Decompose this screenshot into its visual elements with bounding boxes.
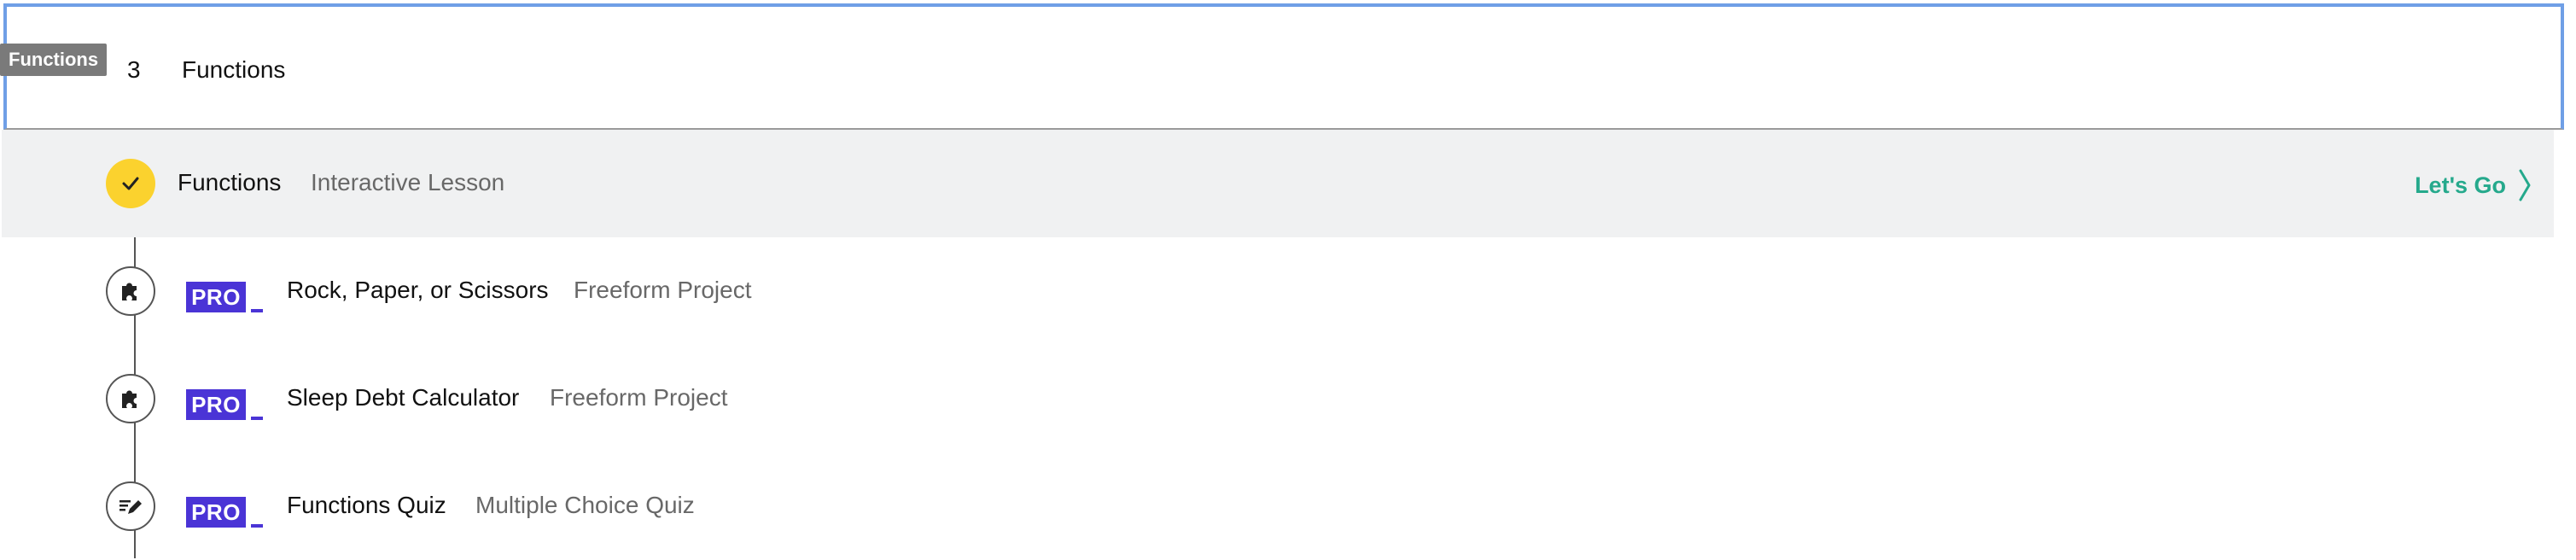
pro-badge-underline [251, 524, 263, 528]
course-section: 3 Functions Functions Functions Interact… [0, 0, 2576, 558]
item-title: Functions [178, 169, 282, 195]
section-title: Functions [182, 56, 286, 83]
completed-check-icon [106, 159, 155, 208]
item-type: Freeform Project [574, 277, 752, 303]
section-header[interactable]: 3 Functions [3, 3, 2564, 130]
item-title: Functions Quiz [287, 492, 446, 518]
pro-badge-underline [251, 417, 263, 420]
list-item-sleep-debt-calculator[interactable]: PRO Sleep Debt Calculator Freeform Proje… [2, 345, 2554, 452]
list-item-rock-paper-scissors[interactable]: PRO Rock, Paper, or Scissors Freeform Pr… [2, 237, 2554, 345]
lets-go-label: Let's Go [2415, 172, 2506, 198]
item-type: Freeform Project [550, 384, 728, 411]
pro-badge: PRO [186, 282, 246, 312]
list-item-functions-quiz[interactable]: PRO Functions Quiz Multiple Choice Quiz [2, 452, 2554, 560]
item-type: Multiple Choice Quiz [475, 492, 695, 518]
chevron-right-icon [2519, 169, 2531, 201]
pro-badge: PRO [186, 389, 246, 420]
section-number: 3 [127, 56, 141, 83]
puzzle-icon [106, 374, 155, 423]
item-title: Sleep Debt Calculator [287, 384, 520, 411]
item-title: Rock, Paper, or Scissors [287, 277, 549, 303]
pro-badge: PRO [186, 497, 246, 528]
list-item-functions-lesson[interactable]: Functions Interactive Lesson Let's Go [2, 130, 2554, 237]
lets-go-button[interactable]: Let's Go [2415, 169, 2532, 201]
pro-badge-underline [251, 309, 263, 312]
quiz-pencil-icon [106, 481, 155, 531]
puzzle-icon [106, 266, 155, 316]
item-type: Interactive Lesson [311, 169, 505, 195]
tooltip: Functions [0, 44, 108, 76]
